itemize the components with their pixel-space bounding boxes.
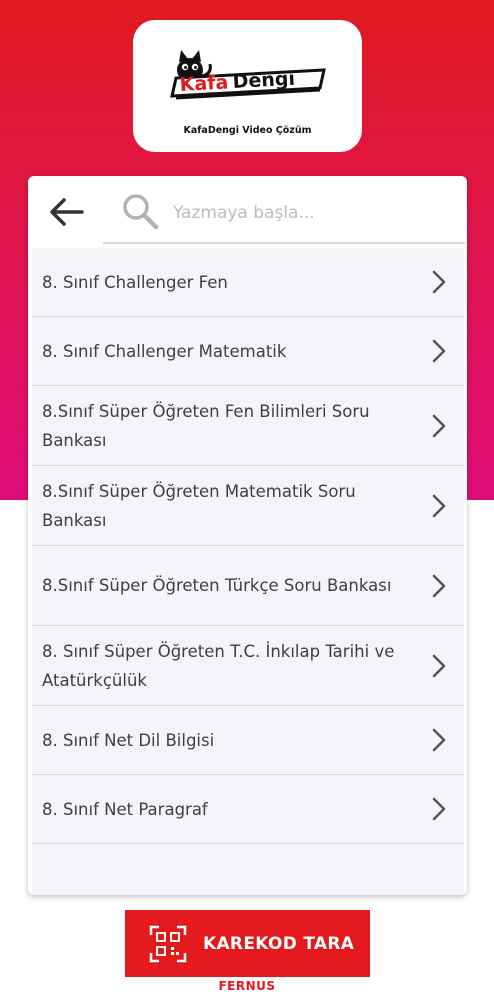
list-item[interactable]: 8.Sınıf Süper Öğreten Matematik Soru Ban… [32,466,464,546]
list-item-label: 8. Sınıf Süper Öğreten T.C. İnkılap Tari… [42,641,395,690]
chevron-right-icon [432,654,446,677]
book-list: 8. Sınıf Challenger Fen 8. Sınıf Challen… [32,248,464,895]
search-input[interactable] [173,198,453,228]
book-list-panel: 8. Sınıf Challenger Fen 8. Sınıf Challen… [28,176,467,895]
logo-caption: KafaDengi Video Çözüm [183,125,312,136]
list-item[interactable]: 8. Sınıf Net Dil Bilgisi [32,706,464,775]
list-end-spacer [32,844,464,895]
list-item[interactable]: 8. Sınıf Net Paragraf [32,775,464,844]
chevron-right-icon [432,270,446,294]
search-icon [123,194,159,230]
chevron-right-icon [432,574,446,597]
scan-qr-button[interactable]: KAREKOD TARA [125,910,370,977]
list-item-label: 8. Sınıf Challenger Fen [42,272,228,292]
kafadengi-logo: Kafa Dengi [169,40,326,106]
arrow-left-icon [50,198,84,226]
chevron-right-icon [432,414,446,437]
search-bar [28,176,467,248]
list-item[interactable]: 8.Sınıf Süper Öğreten Fen Bilimleri Soru… [32,386,464,466]
chevron-right-icon [432,339,446,363]
list-item[interactable]: 8.Sınıf Süper Öğreten Türkçe Soru Bankas… [32,546,464,626]
brand-footer: FERNUS [218,979,276,993]
chevron-right-icon [432,494,446,517]
list-item[interactable]: 8. Sınıf Challenger Matematik [32,317,464,386]
back-button[interactable] [44,192,88,232]
cat-logo-icon: Kafa Dengi [169,50,326,100]
scan-qr-label: KAREKOD TARA [203,933,355,954]
search-underline [103,242,465,244]
list-item-label: 8. Sınıf Challenger Matematik [42,341,287,361]
list-item-label: 8. Sınıf Net Dil Bilgisi [42,730,215,750]
chevron-right-icon [432,797,446,821]
chevron-right-icon [432,728,446,752]
list-item[interactable]: 8. Sınıf Süper Öğreten T.C. İnkılap Tari… [32,626,464,706]
list-item[interactable]: 8. Sınıf Challenger Fen [32,248,464,317]
list-item-label: 8.Sınıf Süper Öğreten Fen Bilimleri Soru… [42,401,370,450]
logo-card: Kafa Dengi KafaDengi Video Çözüm [133,20,362,152]
list-item-label: 8.Sınıf Süper Öğreten Türkçe Soru Bankas… [42,576,392,595]
svg-text:Dengi: Dengi [232,68,295,93]
svg-text:Kafa: Kafa [179,71,229,96]
qr-scan-icon [149,925,187,962]
list-item-label: 8.Sınıf Süper Öğreten Matematik Soru Ban… [42,481,356,530]
list-item-label: 8. Sınıf Net Paragraf [42,799,208,819]
